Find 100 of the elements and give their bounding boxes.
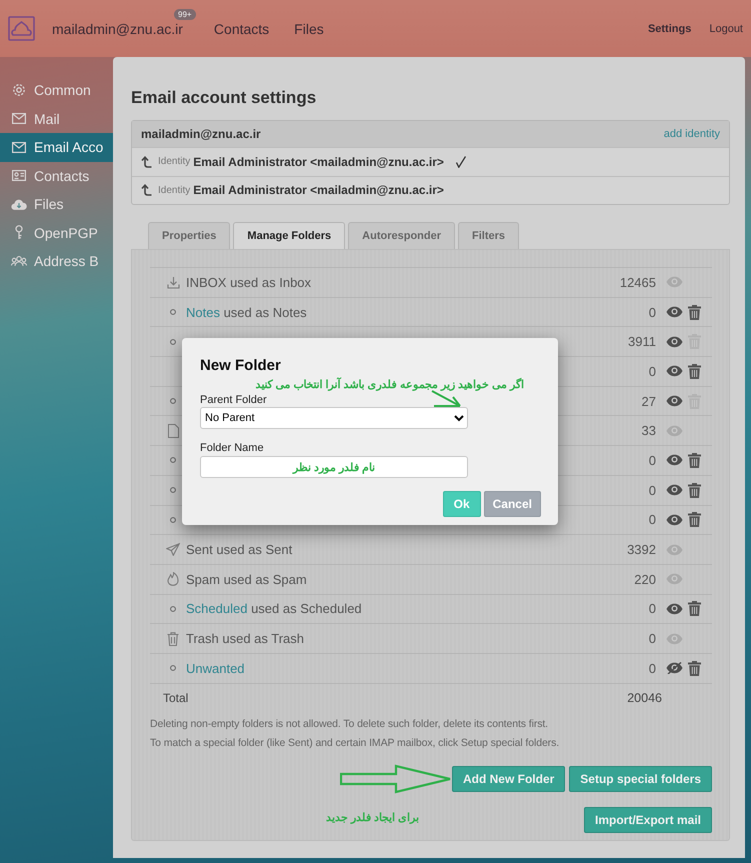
sidebar-label: OpenPGP	[34, 224, 98, 241]
parent-folder-select[interactable]: No Parent	[200, 407, 468, 429]
message-count: 12465	[620, 274, 656, 290]
message-count: 0	[648, 512, 656, 528]
delete-icon[interactable]	[688, 601, 701, 616]
fire-icon	[167, 572, 179, 586]
add-identity-link[interactable]: add identity	[664, 128, 720, 140]
action-button[interactable]: Add New Folder	[452, 766, 566, 792]
trash-icon	[167, 632, 179, 646]
nav-link[interactable]: Contacts	[214, 20, 270, 36]
action-button[interactable]: Import/Export mail	[584, 806, 712, 833]
dialog-button[interactable]: Cancel	[484, 491, 541, 517]
dialog-button[interactable]: Ok	[442, 491, 481, 517]
sidebar-item[interactable]: Common	[0, 76, 113, 104]
gear-icon	[12, 83, 26, 98]
eye-icon[interactable]	[666, 395, 683, 408]
delete-icon[interactable]	[688, 452, 701, 468]
folder-role: used as Sent	[215, 542, 292, 558]
message-count: 220	[634, 572, 656, 587]
cloud-icon	[11, 198, 27, 211]
message-count: 0	[648, 660, 656, 676]
circle-icon	[170, 309, 176, 316]
identity-name[interactable]: Email Administrator <mailadmin@znu.ac.ir>	[193, 154, 444, 169]
tab[interactable]: Autoresponder	[348, 222, 456, 249]
unread-badge: 99+	[174, 8, 196, 20]
dialog-title: New Folder	[200, 357, 282, 374]
eye-icon[interactable]	[666, 454, 683, 466]
message-count: 0	[648, 364, 656, 379]
delete-icon[interactable]	[688, 364, 701, 379]
envelope-icon	[12, 113, 26, 124]
eye-icon[interactable]	[666, 514, 683, 526]
sidebar-item[interactable]: Address B	[0, 247, 113, 276]
sidebar-item[interactable]: Contacts	[0, 162, 113, 190]
sidebar-item[interactable]: OpenPGP	[0, 218, 113, 247]
message-count: 27	[642, 394, 656, 409]
message-count: 0	[648, 601, 656, 616]
eye-icon[interactable]	[666, 365, 683, 378]
total-count: 20046	[627, 690, 662, 705]
people-icon	[11, 255, 27, 268]
sidebar-item[interactable]: Mail	[0, 104, 113, 133]
file-icon	[168, 424, 178, 438]
delete-icon[interactable]	[688, 660, 701, 676]
folder-role: used as Inbox	[229, 274, 312, 290]
tab[interactable]: Manage Folders	[233, 222, 346, 249]
nav-link[interactable]: Files	[294, 20, 324, 36]
header-link[interactable]: Settings	[648, 22, 692, 34]
message-count: 3392	[627, 542, 656, 558]
sidebar-item[interactable]: Email Acco	[0, 133, 113, 162]
eye-icon[interactable]	[666, 602, 683, 615]
annotation-text: اگر می خواهید زیر مجموعه فلدری باشد آنرا انتخاب می کنید	[254, 378, 524, 392]
identity-name[interactable]: Email Administrator <mailadmin@znu.ac.ir>	[193, 183, 444, 198]
folder-link[interactable]: Notes	[186, 304, 220, 320]
eye-icon[interactable]	[666, 484, 683, 496]
delete-icon[interactable]	[688, 482, 701, 498]
circle-icon	[170, 457, 176, 464]
folder-role: used as Notes	[222, 304, 307, 320]
sidebar-item[interactable]: Files	[0, 190, 113, 218]
delete-icon[interactable]	[688, 304, 701, 320]
message-count: 0	[648, 304, 656, 320]
identity-label: Identity	[158, 156, 190, 168]
circle-icon	[170, 606, 176, 612]
page-title: Email account settings	[131, 88, 318, 108]
folder-role: used as Trash	[221, 631, 304, 646]
folder-name: Sent	[186, 542, 213, 558]
folder-link[interactable]: Unwanted	[186, 660, 245, 676]
message-count: 0	[648, 631, 656, 646]
help-text: To match a special folder (like Sent) and certain IMAP mailbox, click Setup special folders.	[150, 736, 560, 749]
circle-icon	[170, 487, 176, 494]
annotation-text: نام فلدر مورد نظر	[292, 461, 376, 474]
folder-name-field[interactable]	[200, 456, 468, 478]
folder-name: Spam	[186, 572, 220, 587]
id-card-icon	[12, 170, 26, 182]
help-text: Deleting non-empty folders is not allowed. To delete such folder, delete its contents first.	[150, 718, 549, 730]
message-count: 3911	[628, 334, 656, 350]
folder-link[interactable]: Scheduled	[186, 601, 248, 616]
circle-icon	[170, 516, 176, 523]
envelope-icon	[12, 142, 26, 153]
tab[interactable]: Properties	[148, 222, 230, 249]
header-link[interactable]: Logout	[709, 22, 743, 34]
total-label: Total	[163, 690, 188, 705]
sidebar-label: Contacts	[34, 168, 90, 184]
action-button[interactable]: Setup special folders	[569, 766, 712, 792]
circle-icon	[170, 398, 176, 404]
delete-icon[interactable]	[688, 512, 701, 528]
reply-arrow-icon	[141, 156, 152, 168]
field-label: Parent Folder	[200, 394, 267, 406]
eye-icon[interactable]	[666, 336, 683, 348]
annotation-arrow-icon	[340, 764, 452, 794]
send-icon	[166, 543, 180, 556]
folder-role: used as Scheduled	[250, 601, 362, 616]
eye-slash-icon[interactable]	[666, 662, 683, 674]
message-count: 0	[648, 482, 656, 498]
tab[interactable]: Filters	[458, 222, 520, 249]
eye-icon[interactable]	[666, 306, 683, 318]
folder-name: INBOX	[186, 274, 226, 290]
download-icon	[166, 276, 180, 289]
reply-arrow-icon	[141, 184, 152, 196]
sidebar-label: Files	[34, 196, 64, 212]
sidebar-label: Common	[34, 82, 91, 98]
key-icon	[14, 225, 24, 240]
